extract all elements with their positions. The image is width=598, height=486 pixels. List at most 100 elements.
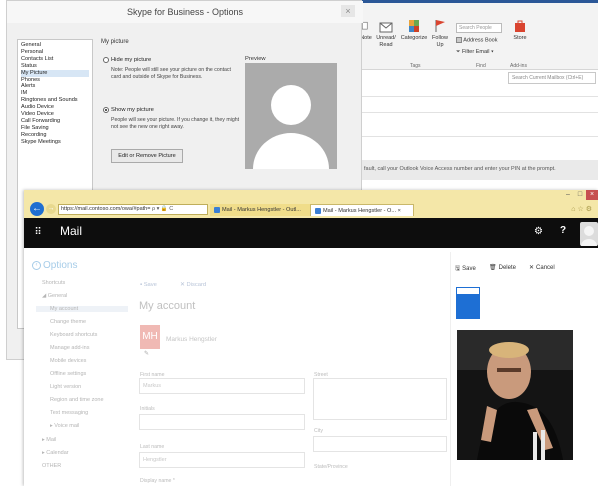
search-people-input[interactable]: Search People bbox=[456, 23, 502, 33]
store-icon bbox=[515, 20, 525, 32]
chevron-down-icon: ▾ bbox=[489, 49, 494, 55]
save-button[interactable]: ▪ Save bbox=[140, 282, 157, 288]
hide-picture-note: Note: People will still see your picture… bbox=[111, 67, 231, 80]
options-nav-item[interactable]: Region and time zone bbox=[50, 397, 104, 403]
avatar[interactable] bbox=[580, 222, 598, 246]
options-nav-item[interactable]: Text messaging bbox=[50, 410, 88, 416]
nav-item-status[interactable]: Status bbox=[21, 63, 89, 70]
last-name-field[interactable]: Hengstler bbox=[139, 452, 305, 468]
forward-button[interactable]: → bbox=[46, 204, 56, 214]
window-title: Skype for Business - Options bbox=[7, 1, 363, 23]
edit-remove-picture-button[interactable]: Edit or Remove Picture bbox=[111, 149, 183, 163]
options-nav-item[interactable]: Mobile devices bbox=[50, 358, 86, 364]
nav-item-video-device[interactable]: Video Device bbox=[21, 111, 89, 118]
options-nav-item[interactable]: Offline settings bbox=[50, 371, 86, 377]
nav-item-contacts-list[interactable]: Contacts List bbox=[21, 56, 89, 63]
app-title: Mail bbox=[60, 224, 83, 238]
arrow-left-icon: ← bbox=[32, 203, 42, 214]
ribbon-group-find: Find bbox=[476, 63, 486, 69]
ribbon-unread-read-button[interactable]: Unread/ Read bbox=[374, 19, 398, 49]
minimize-button[interactable]: – bbox=[562, 190, 574, 200]
photo-save-button[interactable]: 🖫 Save bbox=[455, 264, 476, 274]
city-label: City bbox=[314, 428, 323, 434]
app-launcher-icon[interactable]: ⠿ bbox=[32, 227, 44, 239]
mail-tab-icon bbox=[214, 207, 220, 213]
options-nav-item[interactable]: ▸ Mail bbox=[42, 437, 56, 443]
nav-item-skype-meetings[interactable]: Skype Meetings bbox=[21, 139, 89, 146]
options-nav-item[interactable]: Manage add-ins bbox=[50, 345, 89, 351]
upload-photo-icon[interactable] bbox=[457, 288, 479, 318]
close-window-button[interactable]: × bbox=[586, 190, 598, 200]
browser-tab-1[interactable]: Mail - Markus Hengstler - Outl... bbox=[210, 204, 310, 216]
save-icon: ▪ bbox=[140, 282, 143, 288]
nav-item-my-picture[interactable]: My Picture bbox=[21, 69, 89, 77]
nav-item-call-forwarding[interactable]: Call Forwarding bbox=[21, 118, 89, 125]
owa-header: ⠿ Mail ⚙ ? bbox=[24, 218, 598, 248]
trash-icon: 🗑 bbox=[489, 265, 497, 271]
close-icon: ✕ bbox=[180, 282, 185, 288]
account-display-name: Markus Hengstler bbox=[166, 336, 217, 343]
default-avatar-icon bbox=[253, 85, 329, 169]
initials-avatar[interactable]: MH bbox=[140, 325, 160, 349]
nav-item-file-saving[interactable]: File Saving bbox=[21, 125, 89, 132]
mailbox-search-input[interactable]: Search Current Mailbox (Ctrl+E) bbox=[508, 72, 596, 84]
photo-delete-button[interactable]: 🗑 Delete bbox=[489, 264, 516, 272]
first-name-field[interactable]: Markus bbox=[139, 378, 305, 394]
nav-item-recording[interactable]: Recording bbox=[21, 132, 89, 139]
ribbon-categorize-button[interactable]: Categorize bbox=[400, 19, 428, 42]
options-nav-item[interactable]: OTHER bbox=[42, 463, 61, 469]
options-nav-item[interactable]: ◢ General bbox=[42, 293, 67, 299]
address-bar[interactable]: https://mail.contoso.com/owa/#path= ρ ▾ … bbox=[58, 204, 208, 215]
nav-item-general[interactable]: General bbox=[21, 42, 89, 49]
options-nav-item[interactable]: Change theme bbox=[50, 319, 86, 325]
filter-email-button[interactable]: ⏷ Filter Email ▾ bbox=[456, 49, 494, 56]
nav-item-personal[interactable]: Personal bbox=[21, 49, 89, 56]
arrow-right-icon: → bbox=[47, 205, 55, 212]
options-nav-item[interactable]: ▸ Voice mail bbox=[50, 423, 79, 429]
street-field[interactable] bbox=[313, 378, 447, 420]
gear-icon[interactable]: ⚙ bbox=[534, 226, 543, 237]
initials-field[interactable] bbox=[139, 414, 305, 430]
maximize-button[interactable]: □ bbox=[574, 190, 586, 200]
close-icon: ✕ bbox=[529, 265, 535, 271]
initials-label: Initials bbox=[140, 406, 155, 412]
nav-item-alerts[interactable]: Alerts bbox=[21, 83, 89, 90]
show-picture-radio[interactable]: Show my picture bbox=[103, 107, 154, 113]
browser-window: – □ × ← → https://mail.contoso.com/owa/#… bbox=[24, 190, 598, 486]
browser-tool-icons[interactable]: ⌂☆⚙ bbox=[571, 205, 594, 213]
nav-item-ringtones[interactable]: Ringtones and Sounds bbox=[21, 97, 89, 104]
back-button[interactable]: ← bbox=[30, 202, 44, 216]
state-label: State/Province bbox=[314, 464, 348, 470]
back-circle-icon: ‹ bbox=[32, 261, 41, 270]
pencil-icon[interactable]: ✎ bbox=[144, 350, 149, 357]
options-nav-item[interactable]: Keyboard shortcuts bbox=[50, 332, 97, 338]
photo-cancel-button[interactable]: ✕ Cancel bbox=[529, 264, 555, 272]
city-field[interactable] bbox=[313, 436, 447, 452]
ribbon-follow-up-button[interactable]: Follow Up bbox=[430, 19, 450, 49]
page-title: My account bbox=[139, 300, 196, 312]
hide-picture-radio[interactable]: Hide my picture bbox=[103, 57, 151, 63]
browser-chrome: – □ × ← → https://mail.contoso.com/owa/#… bbox=[24, 190, 598, 218]
options-nav-item[interactable]: Shortcuts bbox=[42, 280, 65, 286]
radio-unchecked-icon bbox=[103, 57, 109, 63]
profile-photo bbox=[457, 330, 573, 460]
options-nav-item[interactable]: ▸ Calendar bbox=[42, 450, 69, 456]
options-nav-item[interactable]: Light version bbox=[50, 384, 81, 390]
outlook-ribbon: Note Unread/ Read Categorize Follow Up S… bbox=[360, 0, 598, 70]
address-book-button[interactable]: Address Book bbox=[456, 37, 497, 43]
window-controls: – □ × bbox=[562, 190, 598, 200]
nav-item-phones[interactable]: Phones bbox=[21, 77, 89, 84]
voice-access-notice: fault, call your Outlook Voice Access nu… bbox=[360, 160, 598, 180]
discard-button[interactable]: ✕ Discard bbox=[180, 282, 206, 288]
browser-tab-2[interactable]: Mail - Markus Hengstler - O... × bbox=[310, 204, 414, 216]
options-nav-item[interactable]: My account bbox=[36, 306, 128, 312]
nav-item-audio-device[interactable]: Audio Device bbox=[21, 104, 89, 111]
preview-label: Preview bbox=[245, 56, 266, 62]
close-button[interactable]: × bbox=[341, 5, 355, 17]
outlook-window: Note Unread/ Read Categorize Follow Up S… bbox=[360, 0, 598, 190]
ribbon-store-button[interactable]: Store bbox=[510, 19, 530, 42]
options-title[interactable]: ‹ Options bbox=[32, 260, 77, 271]
help-icon[interactable]: ? bbox=[560, 225, 566, 236]
display-name-label: Display name * bbox=[140, 478, 175, 484]
nav-item-im[interactable]: IM bbox=[21, 90, 89, 97]
